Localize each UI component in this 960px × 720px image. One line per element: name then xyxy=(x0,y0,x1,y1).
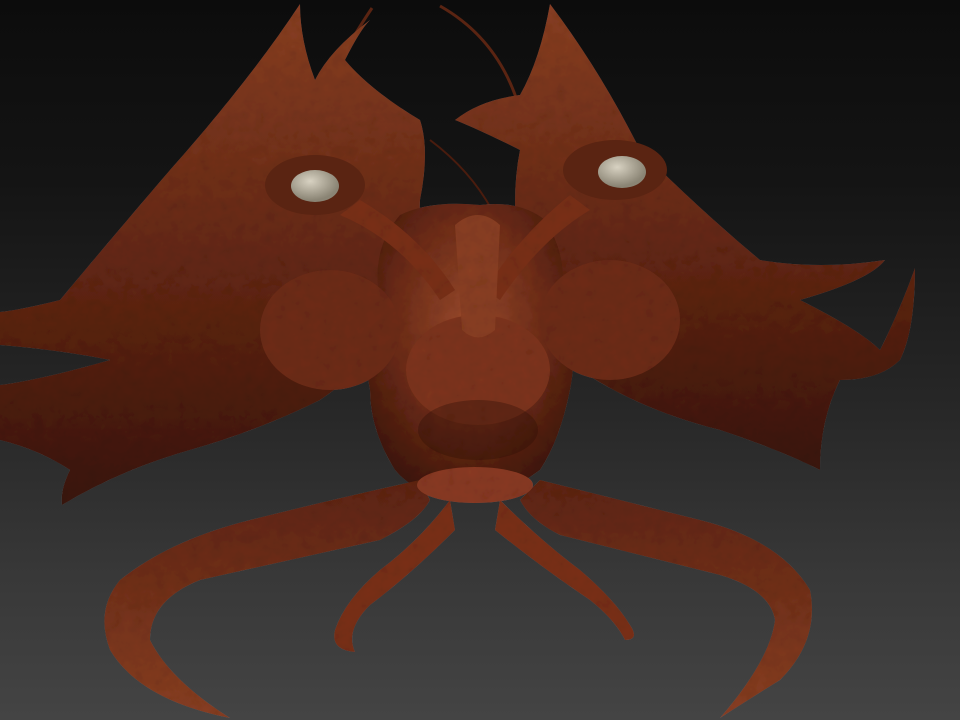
center-antenna xyxy=(429,139,493,211)
right-antenna xyxy=(439,4,522,111)
right-lower-arm xyxy=(520,480,812,718)
head-crest xyxy=(455,215,500,338)
right-eye xyxy=(598,156,646,188)
left-upper-wing xyxy=(0,4,425,505)
left-lower-arm xyxy=(104,480,430,718)
creature-render xyxy=(0,4,915,718)
left-eye xyxy=(291,170,339,202)
body-shadow xyxy=(418,400,538,460)
mouth-plate xyxy=(417,467,533,503)
right-shoulder xyxy=(540,260,680,380)
left-shoulder xyxy=(260,270,400,390)
sculpt-viewport[interactable] xyxy=(0,0,960,720)
